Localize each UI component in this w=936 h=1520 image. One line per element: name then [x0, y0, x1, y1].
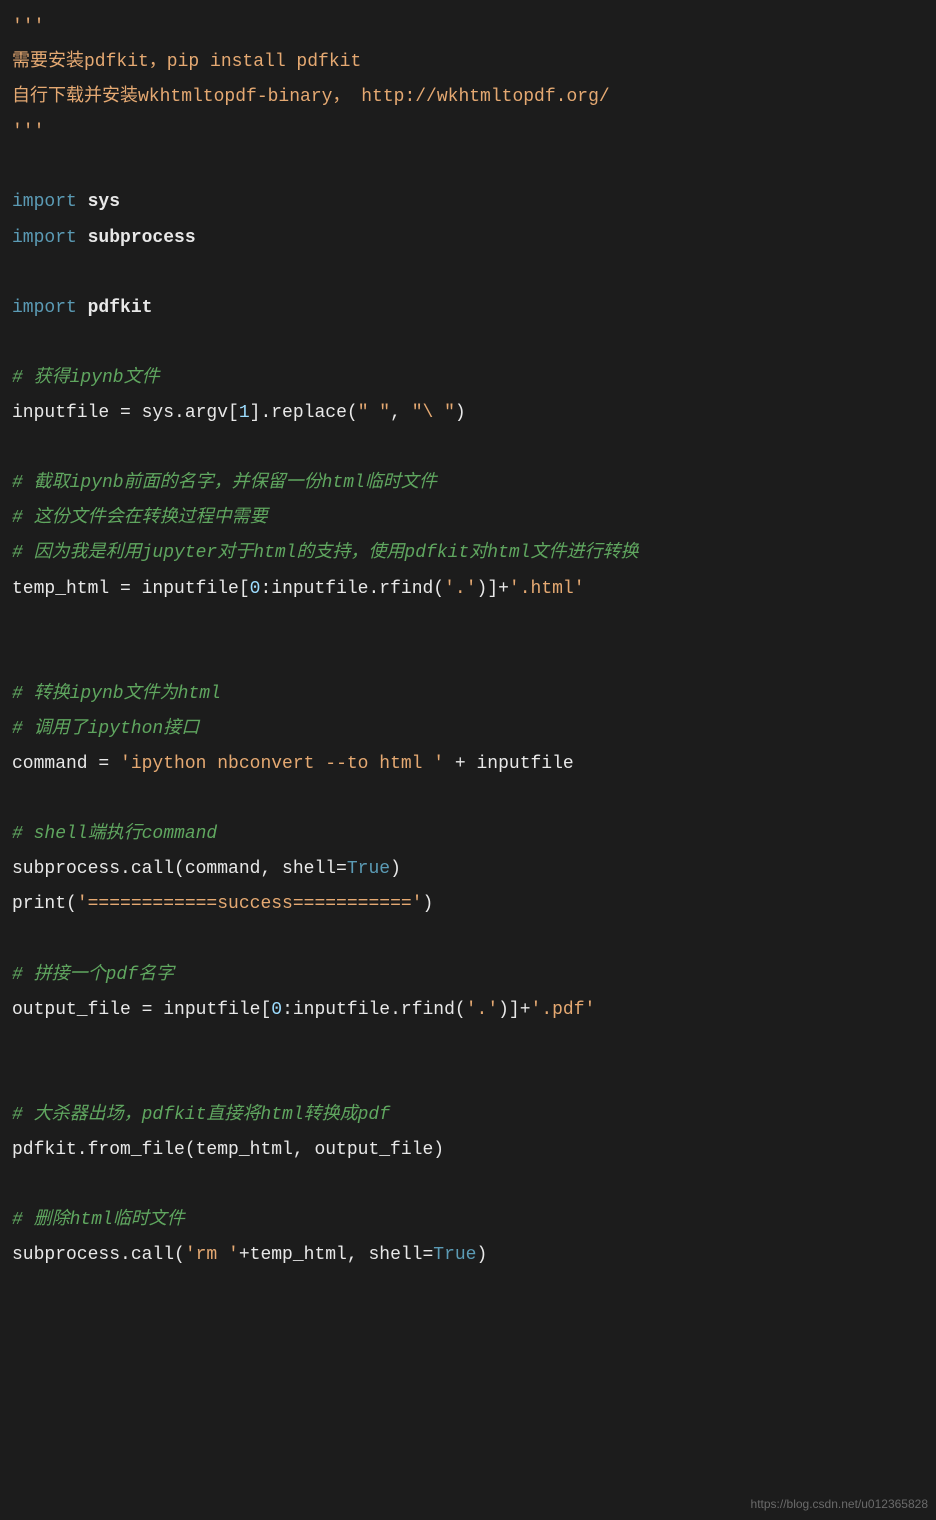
code-line: pdfkit.from_file(temp_html, output_file): [12, 1133, 924, 1168]
code-line: import subprocess: [12, 221, 924, 256]
code-line: [12, 782, 924, 817]
code-line: command = 'ipython nbconvert --to html '…: [12, 747, 924, 782]
code-line: # shell端执行command: [12, 817, 924, 852]
code-line: [12, 642, 924, 677]
watermark-text: https://blog.csdn.net/u012365828: [751, 1493, 928, 1516]
code-line: print('============success==========='): [12, 887, 924, 922]
code-line: # 获得ipynb文件: [12, 361, 924, 396]
code-line: ''': [12, 115, 924, 150]
code-line: [12, 922, 924, 957]
code-block: '''需要安装pdfkit，pip install pdfkit自行下载并安装w…: [12, 10, 924, 1273]
code-line: [12, 256, 924, 291]
code-line: [12, 1063, 924, 1098]
code-line: # 这份文件会在转换过程中需要: [12, 501, 924, 536]
code-line: # 拼接一个pdf名字: [12, 958, 924, 993]
code-line: # 大杀器出场，pdfkit直接将html转换成pdf: [12, 1098, 924, 1133]
code-line: [12, 431, 924, 466]
code-line: # 调用了ipython接口: [12, 712, 924, 747]
code-line: [12, 607, 924, 642]
code-line: import pdfkit: [12, 291, 924, 326]
code-line: inputfile = sys.argv[1].replace(" ", "\ …: [12, 396, 924, 431]
code-line: ''': [12, 10, 924, 45]
code-line: # 删除html临时文件: [12, 1203, 924, 1238]
code-line: [12, 150, 924, 185]
code-line: output_file = inputfile[0:inputfile.rfin…: [12, 993, 924, 1028]
code-line: 需要安装pdfkit，pip install pdfkit: [12, 45, 924, 80]
code-line: 自行下载并安装wkhtmltopdf-binary， http://wkhtml…: [12, 80, 924, 115]
code-line: # 截取ipynb前面的名字，并保留一份html临时文件: [12, 466, 924, 501]
code-line: subprocess.call('rm '+temp_html, shell=T…: [12, 1238, 924, 1273]
code-line: # 因为我是利用jupyter对于html的支持，使用pdfkit对html文件…: [12, 536, 924, 571]
code-line: # 转换ipynb文件为html: [12, 677, 924, 712]
code-line: import sys: [12, 185, 924, 220]
code-line: [12, 1168, 924, 1203]
code-line: [12, 326, 924, 361]
code-line: subprocess.call(command, shell=True): [12, 852, 924, 887]
code-line: [12, 1028, 924, 1063]
code-line: temp_html = inputfile[0:inputfile.rfind(…: [12, 572, 924, 607]
